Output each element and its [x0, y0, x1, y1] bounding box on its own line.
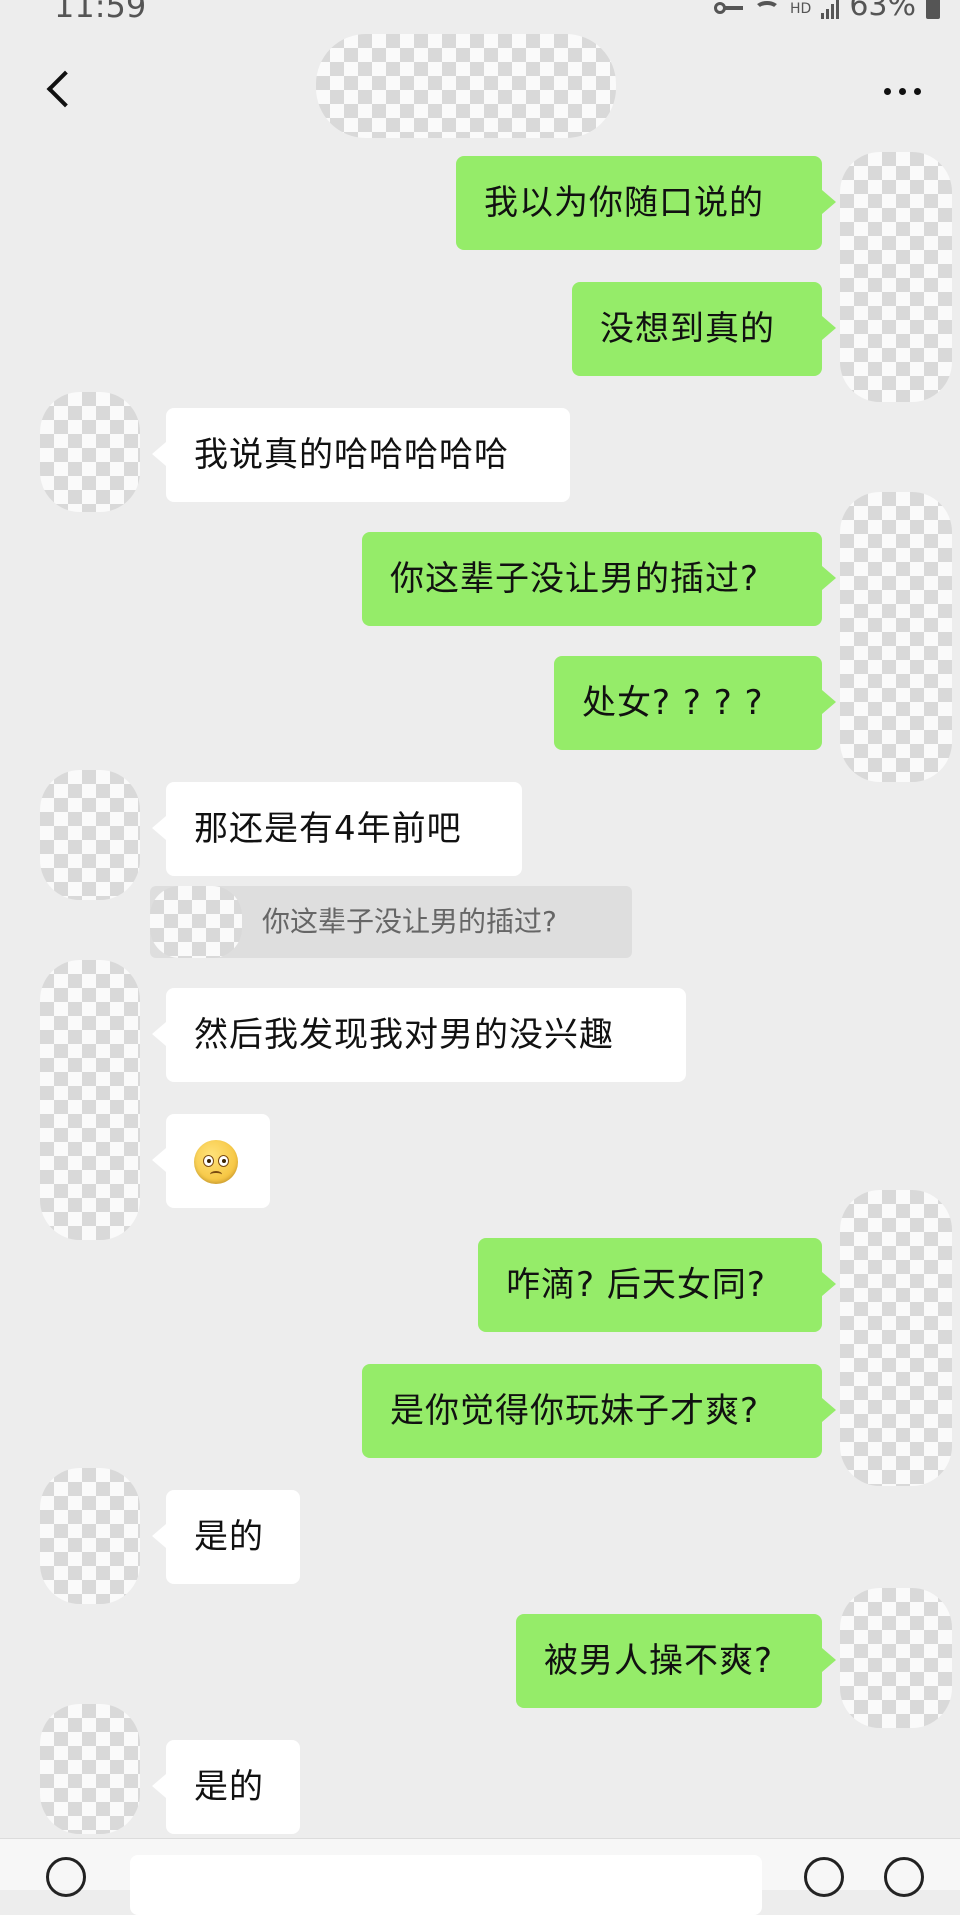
message-bubble[interactable]: 咋滴? 后天女同?	[478, 1238, 836, 1332]
plus-icon[interactable]	[884, 1857, 924, 1897]
self-avatar[interactable]	[840, 1190, 952, 1486]
battery-icon	[926, 0, 940, 19]
key-icon	[714, 0, 744, 16]
message-bubble[interactable]: 没想到真的	[572, 282, 836, 376]
emoji-icon[interactable]	[804, 1857, 844, 1897]
back-icon[interactable]	[46, 70, 84, 108]
emoji-message-bubble[interactable]	[152, 1114, 270, 1208]
message-bubble[interactable]: 处女? ? ? ?	[554, 656, 836, 750]
chat-title-redacted	[316, 34, 616, 138]
status-bar: 11:59 HD 63%	[0, 0, 960, 26]
contact-avatar[interactable]	[40, 1704, 140, 1834]
battery-percent: 63%	[849, 0, 916, 23]
self-avatar[interactable]	[840, 1588, 952, 1728]
contact-avatar[interactable]	[40, 960, 140, 1240]
chat-header	[0, 26, 960, 156]
message-bubble[interactable]: 我以为你随口说的	[456, 156, 836, 250]
message-bubble[interactable]: 是的	[152, 1740, 300, 1834]
quoted-reply[interactable]: 你这辈子没让男的插过?	[150, 886, 632, 958]
status-time: 11:59	[54, 0, 147, 25]
status-icons: HD 63%	[714, 0, 940, 23]
quoted-text: 你这辈子没让男的插过?	[262, 905, 557, 938]
voice-icon[interactable]	[46, 1857, 86, 1897]
message-bubble[interactable]: 然后我发现我对男的没兴趣	[152, 988, 686, 1082]
contact-avatar[interactable]	[40, 770, 140, 900]
more-options-icon[interactable]	[884, 88, 921, 95]
contact-avatar[interactable]	[40, 392, 140, 512]
self-avatar[interactable]	[840, 152, 952, 402]
message-bubble[interactable]: 是你觉得你玩妹子才爽?	[362, 1364, 836, 1458]
message-bubble[interactable]: 你这辈子没让男的插过?	[362, 532, 836, 626]
message-input[interactable]	[130, 1855, 762, 1915]
input-bar	[0, 1838, 960, 1915]
signal-icon	[821, 0, 840, 19]
message-bubble[interactable]: 那还是有4年前吧	[152, 782, 522, 876]
network-type-label: HD	[790, 0, 812, 17]
self-avatar[interactable]	[840, 492, 952, 782]
message-bubble[interactable]: 是的	[152, 1490, 300, 1584]
wifi-icon	[754, 0, 780, 19]
contact-avatar[interactable]	[40, 1468, 140, 1604]
quoted-sender-redacted	[150, 886, 242, 958]
pleading-face-icon	[194, 1140, 238, 1184]
message-bubble[interactable]: 我说真的哈哈哈哈哈	[152, 408, 570, 502]
message-bubble[interactable]: 被男人操不爽?	[516, 1614, 836, 1708]
